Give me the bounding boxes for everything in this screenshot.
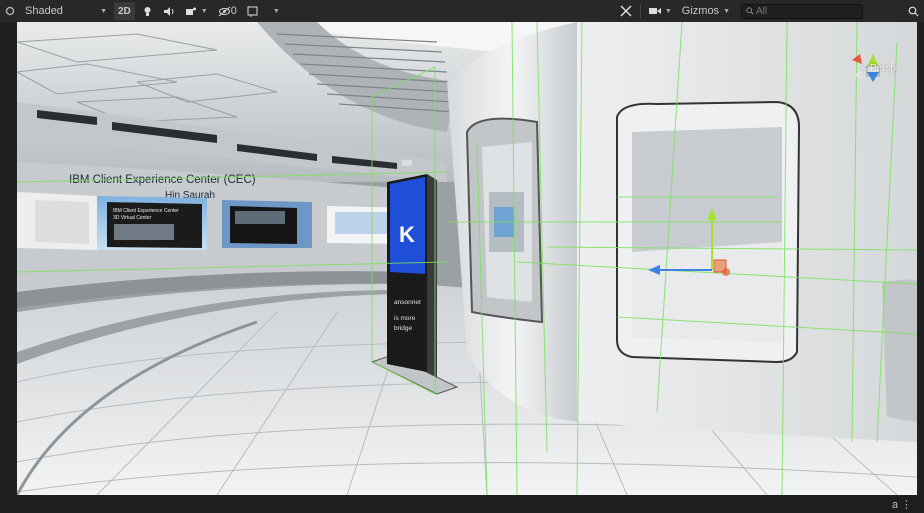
projection-label[interactable]: < Persp: [861, 63, 896, 74]
search-input[interactable]: [754, 4, 858, 18]
scene-render: IBM Client Experience Center (CEC) Hin S…: [17, 22, 917, 495]
chevron-down-icon: ▼: [272, 7, 280, 15]
chevron-down-icon: ▼: [100, 7, 107, 15]
chevron-down-icon: ▼: [200, 7, 208, 15]
kiosk-text-3: bridge: [394, 325, 412, 332]
effects-toggle-icon[interactable]: ▼: [182, 2, 211, 20]
toggle-2d-button[interactable]: 2D: [114, 2, 135, 20]
screen-text-2: 3D Virtual Center: [113, 215, 152, 221]
scene-toolbar: Shaded ▼ 2D ▼ 0 ▼ ▼ Gizmos ▼: [0, 0, 924, 23]
chevron-down-icon: ▼: [664, 7, 672, 15]
camera-icon[interactable]: ▼: [646, 2, 675, 20]
scene-visibility-toggle[interactable]: 0: [215, 2, 240, 20]
right-panel-edge: [917, 22, 924, 495]
hierarchy-search[interactable]: [741, 3, 863, 19]
toolbar-menu-icon[interactable]: [2, 2, 18, 20]
audio-toggle-icon[interactable]: [160, 2, 178, 20]
eye-slash-icon: [218, 6, 231, 16]
screen-text-1: IBM Client Experience Center: [113, 208, 179, 214]
kiosk-text-1: ansonnet: [394, 299, 421, 306]
draw-mode-label: Shaded: [25, 5, 63, 17]
gizmos-dropdown[interactable]: Gizmos ▼: [679, 2, 733, 20]
search-options-icon[interactable]: [905, 2, 922, 20]
chevron-down-icon: ▼: [723, 7, 730, 15]
camera-settings-icon[interactable]: [244, 2, 262, 20]
gizmos-label: Gizmos: [681, 5, 720, 17]
tools-icon[interactable]: [617, 2, 635, 20]
camera-settings-dropdown[interactable]: ▼: [266, 2, 283, 20]
lighting-toggle-icon[interactable]: [139, 2, 156, 20]
left-panel-edge: [0, 22, 17, 495]
status-bar: a ⋮: [0, 495, 924, 513]
overflow-menu-icon[interactable]: a ⋮: [892, 498, 912, 511]
kiosk-logo: K: [399, 222, 415, 247]
draw-mode-dropdown[interactable]: Shaded ▼: [22, 2, 110, 20]
search-icon: [746, 7, 754, 15]
hidden-count: 0: [230, 5, 237, 17]
toolbar-divider: [639, 4, 641, 18]
scene-viewport[interactable]: IBM Client Experience Center (CEC) Hin S…: [17, 22, 917, 495]
kiosk-text-2: is more: [394, 315, 416, 322]
